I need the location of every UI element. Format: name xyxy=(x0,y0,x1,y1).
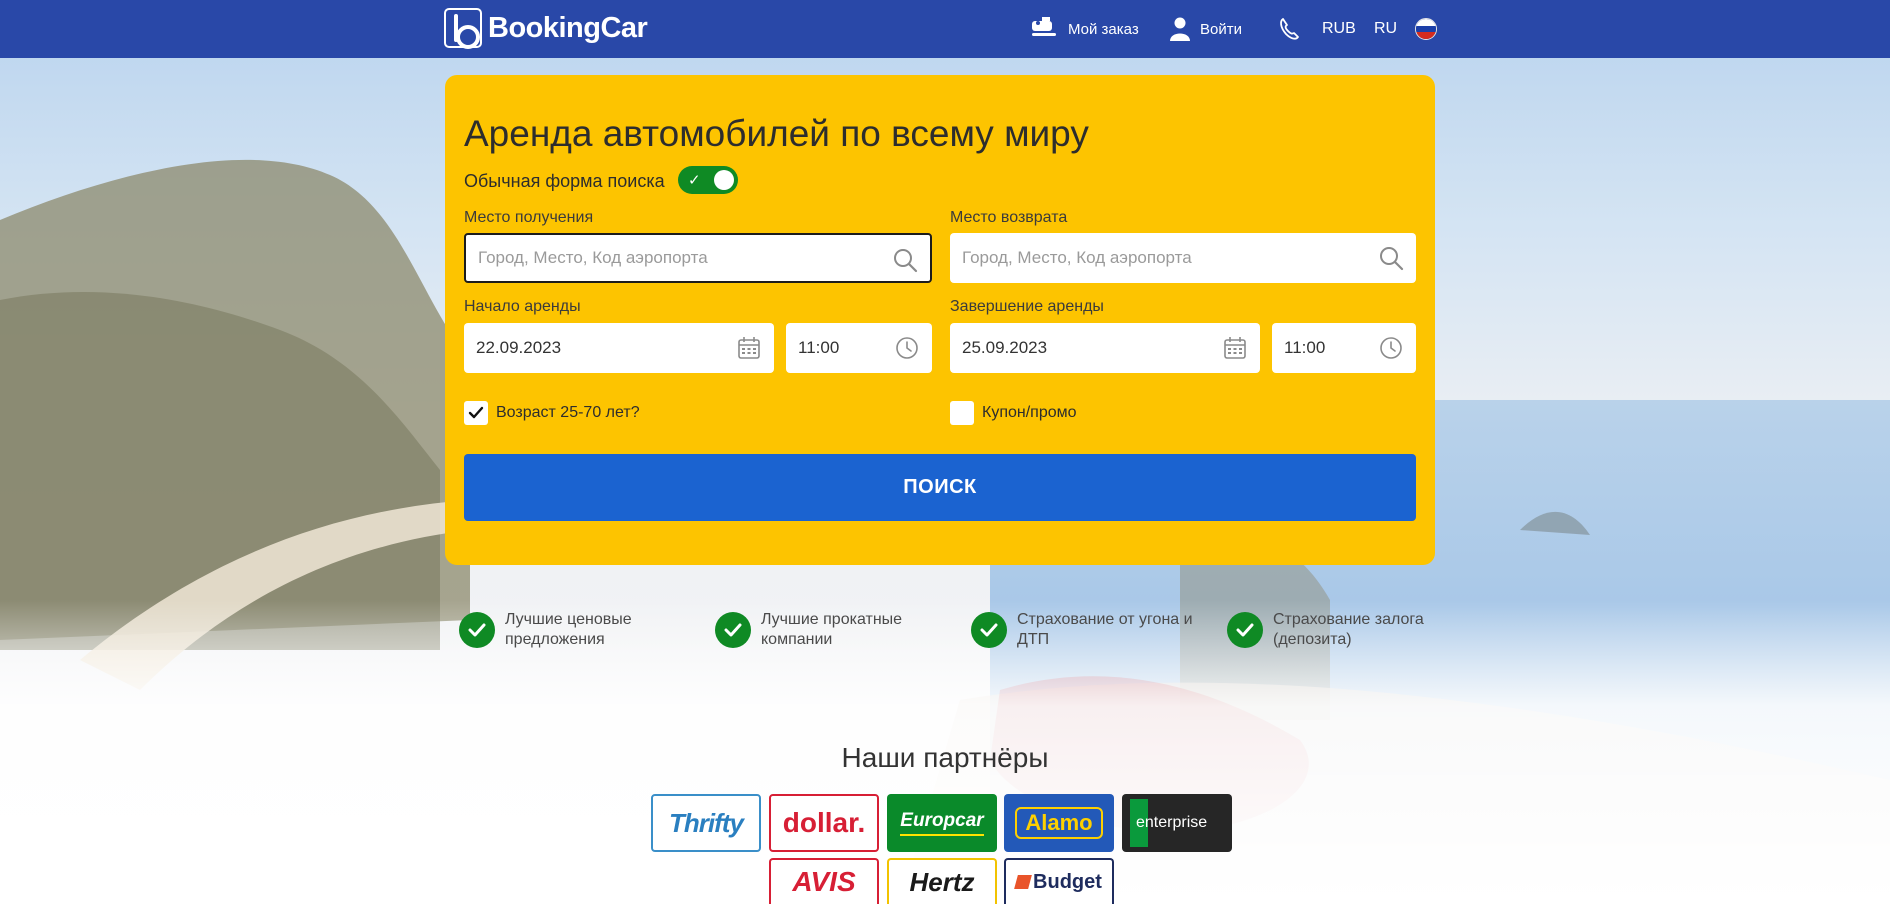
top-navbar: BookingCar Мой заказ Войти RUB RU xyxy=(0,0,1890,58)
partner-name: Alamo xyxy=(1015,807,1103,839)
clock-icon xyxy=(896,337,918,359)
benefit-item: Страхование от угона и ДТП xyxy=(971,610,1207,650)
partner-name: Thrifty xyxy=(669,807,744,838)
login-link[interactable]: Войти xyxy=(1170,0,1242,58)
benefit-line: (депозита) xyxy=(1273,631,1352,648)
my-order-label: Мой заказ xyxy=(1068,20,1139,38)
check-icon: ✓ xyxy=(688,172,701,189)
partner-logo-enterprise[interactable]: enterprise xyxy=(1122,794,1232,852)
partner-name: dollar. xyxy=(782,807,866,838)
benefit-text: Страхование от угона и ДТП xyxy=(1017,610,1207,650)
partner-logo-alamo[interactable]: Alamo xyxy=(1004,794,1114,852)
end-time-value: 11:00 xyxy=(1284,338,1326,357)
benefit-text: Лучшие ценовые предложения xyxy=(505,610,675,650)
start-time-input[interactable]: 11:00 xyxy=(786,323,932,373)
language-label: RU xyxy=(1374,20,1398,37)
partner-name: enterprise xyxy=(1136,814,1208,831)
start-date-input[interactable]: 22.09.2023 xyxy=(464,323,774,373)
partner-name: Budget xyxy=(1033,870,1102,893)
coupon-checkbox[interactable] xyxy=(950,401,974,425)
check-circle-icon xyxy=(971,612,1007,648)
calendar-icon xyxy=(1224,337,1246,359)
language-selector[interactable]: RU xyxy=(1374,0,1397,58)
end-date-input[interactable]: 25.09.2023 xyxy=(950,323,1260,373)
check-icon xyxy=(468,406,484,419)
age-checkbox[interactable] xyxy=(464,401,488,425)
end-time-input[interactable]: 11:00 xyxy=(1272,323,1416,373)
car-key-icon xyxy=(1032,17,1056,36)
clock-icon xyxy=(1380,337,1402,359)
brand-logo[interactable]: BookingCar xyxy=(444,6,648,50)
partners-title: Наши партнёры xyxy=(841,742,1049,773)
rental-start-label: Начало аренды xyxy=(464,298,581,315)
partner-logo-avis[interactable]: AVIS xyxy=(769,858,879,904)
page-title: Аренда автомобилей по всему миру xyxy=(464,113,1089,154)
benefit-item: Лучшие прокатные компании xyxy=(715,610,931,650)
user-icon xyxy=(1170,17,1190,41)
partner-name: Hertz xyxy=(909,866,975,897)
benefit-line: компании xyxy=(761,631,833,648)
brand-name: BookingCar xyxy=(488,11,648,44)
search-mode-label: Обычная форма поиска xyxy=(464,171,665,191)
return-location-input[interactable]: Город, Место, Код аэропорта xyxy=(950,233,1416,283)
pickup-location-input[interactable]: Город, Место, Код аэропорта xyxy=(464,233,932,283)
login-label: Войти xyxy=(1200,20,1242,38)
pickup-location-label: Место получения xyxy=(464,209,594,226)
benefit-line: Страхование от угона и xyxy=(1017,611,1193,628)
return-placeholder: Город, Место, Код аэропорта xyxy=(962,248,1192,267)
end-date-value: 25.09.2023 xyxy=(962,338,1048,357)
partner-name: Europcar xyxy=(900,810,984,836)
benefit-line: Лучшие ценовые xyxy=(505,611,632,628)
coupon-label: Купон/промо xyxy=(982,404,1077,421)
start-date-value: 22.09.2023 xyxy=(476,338,562,357)
benefit-item: Страхование залога (депозита) xyxy=(1227,610,1443,650)
partner-logo-europcar[interactable]: Europcar xyxy=(887,794,997,852)
check-circle-icon xyxy=(1227,612,1263,648)
toggle-knob xyxy=(714,170,734,190)
rental-end-label: Завершение аренды xyxy=(950,298,1104,315)
partner-logo-hertz[interactable]: Hertz xyxy=(887,858,997,904)
search-button[interactable]: ПОИСК xyxy=(464,454,1416,521)
phone-icon xyxy=(1280,18,1299,40)
calendar-icon xyxy=(738,337,760,359)
pickup-placeholder: Город, Место, Код аэропорта xyxy=(478,248,708,267)
benefit-line: предложения xyxy=(505,631,605,648)
benefit-item: Лучшие ценовые предложения xyxy=(459,610,675,650)
partner-logo-dollar[interactable]: dollar. xyxy=(769,794,879,852)
check-circle-icon xyxy=(715,612,751,648)
currency-label: RUB xyxy=(1322,20,1356,37)
benefit-line: Лучшие прокатные xyxy=(761,611,903,628)
start-time-value: 11:00 xyxy=(798,338,840,357)
phone-button[interactable] xyxy=(1278,0,1300,58)
benefit-text: Страхование залога (депозита) xyxy=(1273,610,1443,650)
benefit-line: Страхование залога xyxy=(1273,611,1424,628)
partner-logo-thrifty[interactable]: Thrifty xyxy=(651,794,761,852)
age-label: Возраст 25-70 лет? xyxy=(496,404,640,421)
search-mode-toggle[interactable]: ✓ xyxy=(678,166,738,194)
partner-name: AVIS xyxy=(792,866,856,897)
search-icon xyxy=(894,249,918,273)
partner-logo-budget[interactable]: Budget xyxy=(1004,858,1114,904)
benefit-line: ДТП xyxy=(1017,631,1050,648)
benefit-text: Лучшие прокатные компании xyxy=(761,610,931,650)
my-order-link[interactable]: Мой заказ xyxy=(1030,0,1139,58)
check-circle-icon xyxy=(459,612,495,648)
return-location-label: Место возврата xyxy=(950,209,1068,226)
search-icon xyxy=(1380,247,1404,271)
language-flag[interactable] xyxy=(1415,0,1437,58)
russia-flag-icon xyxy=(1415,18,1437,40)
budget-mark-icon xyxy=(1014,875,1032,889)
search-panel: Аренда автомобилей по всему миру Обычная… xyxy=(445,75,1435,565)
logo-mark-icon xyxy=(444,8,482,49)
currency-selector[interactable]: RUB xyxy=(1322,0,1356,58)
